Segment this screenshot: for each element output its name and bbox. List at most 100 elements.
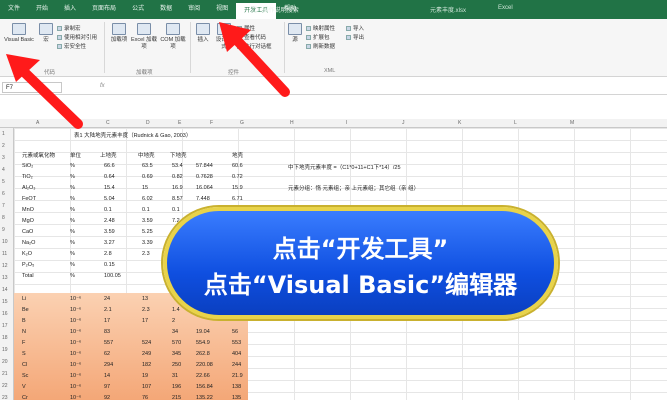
table-cell[interactable]: TiO₂: [22, 174, 33, 180]
tab-file[interactable]: 文件: [0, 0, 28, 19]
table-cell[interactable]: 2.1: [104, 307, 112, 313]
tab-data[interactable]: 数据: [152, 0, 180, 19]
row-number[interactable]: 1: [2, 131, 5, 137]
table-cell[interactable]: N: [22, 329, 26, 335]
column-header[interactable]: G: [240, 120, 244, 126]
table-cell[interactable]: 244: [232, 362, 241, 368]
table-cell[interactable]: FeOT: [22, 196, 36, 202]
table-cell[interactable]: 2.3: [142, 251, 150, 257]
table-cell[interactable]: 220.08: [196, 362, 213, 368]
table-cell[interactable]: 19: [142, 373, 148, 379]
expansion-packs-button[interactable]: 扩展包: [306, 33, 330, 41]
table-cell[interactable]: 10⁻⁶: [70, 395, 81, 401]
table-cell[interactable]: 62: [104, 351, 110, 357]
table-cell[interactable]: S: [22, 351, 26, 357]
table-cell[interactable]: 10⁻⁶: [70, 307, 81, 313]
table-cell[interactable]: 10⁻⁶: [70, 384, 81, 390]
row-number[interactable]: 16: [2, 311, 8, 317]
table-cell[interactable]: 5.04: [104, 196, 115, 202]
table-cell[interactable]: 17: [104, 318, 110, 324]
row-number[interactable]: 20: [2, 359, 8, 365]
table-cell[interactable]: 92: [104, 395, 110, 401]
tab-review[interactable]: 审阅: [180, 0, 208, 19]
table-cell[interactable]: 13: [142, 296, 148, 302]
column-header[interactable]: L: [514, 120, 517, 126]
row-number[interactable]: 21: [2, 371, 8, 377]
table-cell[interactable]: SiO₂: [22, 163, 33, 169]
column-header[interactable]: D: [146, 120, 150, 126]
table-cell[interactable]: %: [70, 229, 75, 235]
table-cell[interactable]: %: [70, 185, 75, 191]
table-cell[interactable]: 2: [172, 318, 175, 324]
table-cell[interactable]: 8.57: [172, 196, 183, 202]
table-cell[interactable]: %: [70, 251, 75, 257]
table-cell[interactable]: 5.25: [142, 229, 153, 235]
tab-page-layout[interactable]: 页面布局: [84, 0, 124, 19]
com-addins-button[interactable]: COM 加载项: [159, 23, 187, 51]
tab-insert[interactable]: 插入: [56, 0, 84, 19]
table-cell[interactable]: 22.66: [196, 373, 210, 379]
table-cell[interactable]: 14: [104, 373, 110, 379]
table-cell[interactable]: 570: [172, 340, 181, 346]
row-number[interactable]: 9: [2, 227, 5, 233]
row-number[interactable]: 7: [2, 203, 5, 209]
table-cell[interactable]: 2.48: [104, 218, 115, 224]
table-cell[interactable]: 15.9: [232, 185, 243, 191]
table-cell[interactable]: 21.9: [232, 373, 243, 379]
map-properties-button[interactable]: 映射属性: [306, 24, 335, 32]
row-number[interactable]: 8: [2, 215, 5, 221]
table-cell[interactable]: 262.8: [196, 351, 210, 357]
table-cell[interactable]: V: [22, 384, 26, 390]
import-button[interactable]: 导入: [346, 24, 364, 32]
table-cell[interactable]: %: [70, 273, 75, 279]
table-cell[interactable]: 3.59: [142, 218, 153, 224]
table-cell[interactable]: CaO: [22, 229, 33, 235]
table-cell[interactable]: 16.9: [172, 185, 183, 191]
table-cell[interactable]: 3.59: [104, 229, 115, 235]
table-cell[interactable]: Be: [22, 307, 29, 313]
table-cell[interactable]: 10⁻⁶: [70, 362, 81, 368]
table-cell[interactable]: 34: [172, 329, 178, 335]
table-cell[interactable]: 138: [232, 384, 241, 390]
row-number[interactable]: 3: [2, 155, 5, 161]
table-cell[interactable]: 31: [172, 373, 178, 379]
table-cell[interactable]: 100.05: [104, 273, 121, 279]
table-cell[interactable]: 0.1: [142, 207, 150, 213]
table-cell[interactable]: 19.04: [196, 329, 210, 335]
table-cell[interactable]: 10⁻⁶: [70, 373, 81, 379]
table-cell[interactable]: Na₂O: [22, 240, 35, 246]
table-cell[interactable]: 2.8: [104, 251, 112, 257]
tell-me-box[interactable]: ◯ 操作说明搜索: [252, 0, 299, 19]
row-number[interactable]: 12: [2, 263, 8, 269]
table-cell[interactable]: 63.5: [142, 163, 153, 169]
table-cell[interactable]: 76: [142, 395, 148, 401]
table-cell[interactable]: 553: [232, 340, 241, 346]
table-cell[interactable]: 15: [142, 185, 148, 191]
table-cell[interactable]: 7.448: [196, 196, 210, 202]
table-cell[interactable]: 249: [142, 351, 151, 357]
table-cell[interactable]: 56: [232, 329, 238, 335]
table-cell[interactable]: MnO: [22, 207, 34, 213]
table-cell[interactable]: P₂O₅: [22, 262, 34, 268]
table-cell[interactable]: 10⁻⁶: [70, 351, 81, 357]
table-cell[interactable]: 0.69: [142, 174, 153, 180]
table-cell[interactable]: 6.71: [232, 196, 243, 202]
table-cell[interactable]: %: [70, 174, 75, 180]
table-cell[interactable]: 97: [104, 384, 110, 390]
table-cell[interactable]: %: [70, 262, 75, 268]
table-cell[interactable]: 83: [104, 329, 110, 335]
table-cell[interactable]: 10⁻⁶: [70, 340, 81, 346]
table-cell[interactable]: %: [70, 218, 75, 224]
row-number[interactable]: 4: [2, 167, 5, 173]
table-cell[interactable]: 16.064: [196, 185, 213, 191]
table-cell[interactable]: 135.22: [196, 395, 213, 401]
row-number[interactable]: 11: [2, 251, 7, 257]
table-cell[interactable]: 524: [142, 340, 151, 346]
refresh-data-button[interactable]: 刷新数据: [306, 42, 335, 50]
row-number[interactable]: 10: [2, 239, 8, 245]
table-cell[interactable]: 345: [172, 351, 181, 357]
table-cell[interactable]: 0.72: [232, 174, 243, 180]
row-number[interactable]: 17: [2, 323, 8, 329]
table-cell[interactable]: %: [70, 207, 75, 213]
table-cell[interactable]: 10⁻⁶: [70, 329, 81, 335]
